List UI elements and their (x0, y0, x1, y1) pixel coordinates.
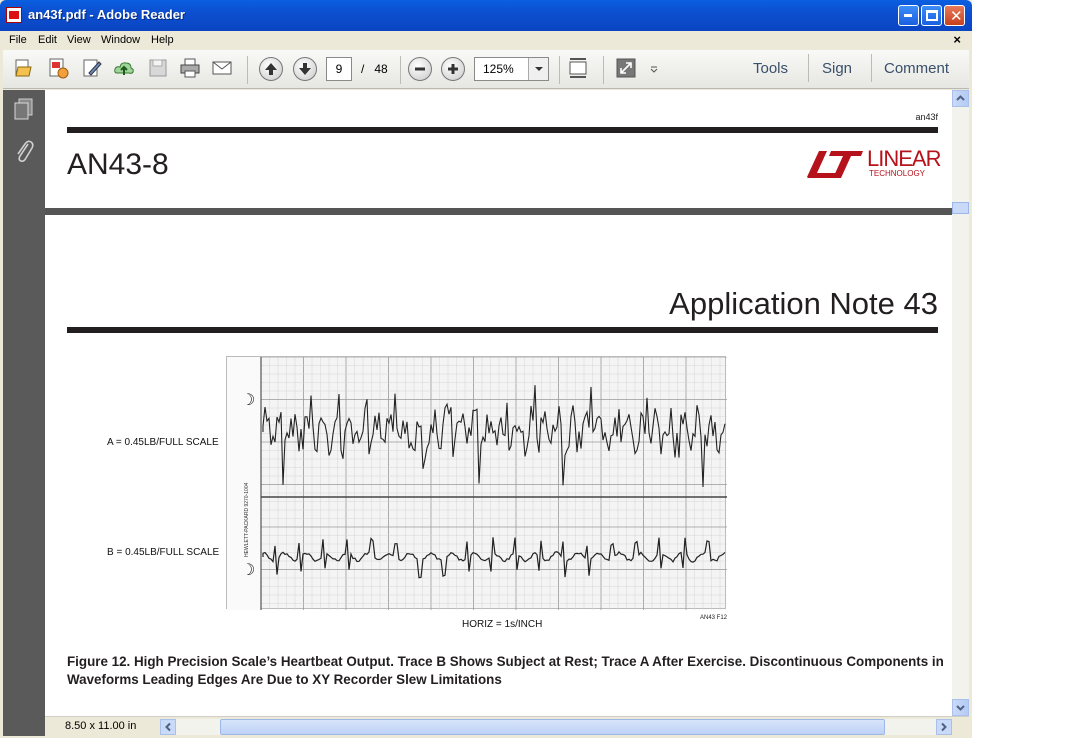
sign-link[interactable]: Sign (822, 60, 852, 77)
scroll-up-button[interactable] (952, 90, 969, 107)
paperclip-icon[interactable] (13, 138, 35, 164)
close-icon: ✕ (950, 7, 963, 25)
zoom-in-button[interactable] (441, 57, 465, 81)
trace-b-waveform (262, 537, 726, 579)
envelope-icon (212, 61, 232, 75)
heartbeat-figure: ☽ ☽ HEWLETT-PACKARD 9270-1004 (226, 356, 727, 610)
open-button[interactable] (13, 57, 37, 81)
chevron-down-icon (956, 705, 965, 711)
scroll-down-button[interactable] (952, 699, 969, 716)
scroll-right-button[interactable] (936, 719, 952, 735)
chevron-down-icon[interactable] (528, 58, 548, 80)
printer-icon (180, 58, 200, 78)
page-size: 8.50 x 11.00 in (65, 720, 137, 732)
binder-hole-icon: ☽ (241, 560, 255, 579)
application-window: an43f.pdf - Adobe Reader ✕ File Edit Vie… (0, 0, 972, 738)
page-count: 48 (374, 62, 388, 76)
floppy-save-icon (149, 59, 167, 77)
pdf-app-icon (6, 7, 22, 23)
page-separator: / (361, 62, 365, 76)
navigation-panel (3, 90, 45, 736)
chart-grid (260, 357, 727, 610)
minus-icon (415, 67, 425, 71)
vertical-scroll-thumb[interactable] (952, 202, 969, 214)
trace-a-waveform (262, 385, 726, 488)
menu-bar: File Edit View Window Help × (3, 31, 969, 50)
edit-button[interactable] (81, 57, 105, 81)
page-total: / 48 (361, 62, 388, 76)
next-page-button[interactable] (293, 57, 317, 81)
figure-caption: Figure 12. High Precision Scale’s Heartb… (67, 654, 944, 687)
title-rule (67, 327, 938, 333)
logo-subtext: TECHNOLOGY (869, 169, 926, 178)
doc-code: AN43-8 (67, 148, 169, 181)
lt-logo-mark-icon (807, 151, 863, 178)
vertical-scrollbar[interactable] (952, 90, 969, 716)
page-number-input[interactable]: 9 (326, 57, 352, 81)
document-view[interactable]: an43f AN43-8 LINEAR TECHNOLOGY Applicati… (45, 90, 952, 716)
horizontal-scrollbar[interactable] (160, 719, 952, 735)
chevron-up-icon (956, 95, 965, 101)
minimize-button[interactable] (898, 5, 919, 26)
menu-file[interactable]: File (9, 34, 27, 46)
horizontal-scroll-thumb[interactable] (220, 719, 885, 735)
title-bar[interactable]: an43f.pdf - Adobe Reader ✕ (0, 0, 972, 31)
fit-page-icon (569, 58, 587, 78)
maximize-button[interactable] (921, 5, 942, 26)
chevron-left-icon (165, 722, 171, 732)
horizontal-scale-label: HORIZ = 1s/INCH (462, 619, 543, 630)
chevron-right-icon (941, 722, 947, 732)
menu-edit[interactable]: Edit (38, 34, 57, 46)
edit-pencil-icon (83, 59, 102, 77)
print-button[interactable] (179, 57, 203, 81)
chevron-down-icon (650, 66, 658, 73)
close-button[interactable]: ✕ (944, 5, 965, 26)
arrow-up-icon (265, 63, 277, 75)
tools-link[interactable]: Tools (753, 60, 788, 77)
trace-a-label: A = 0.45LB/FULL SCALE (107, 437, 219, 448)
menu-view[interactable]: View (67, 34, 91, 46)
window-title: an43f.pdf - Adobe Reader (28, 7, 185, 22)
arrow-down-icon (299, 63, 311, 75)
comment-link[interactable]: Comment (884, 60, 949, 77)
toolbar-options-button[interactable] (649, 57, 661, 81)
plus-icon (448, 64, 458, 74)
expand-icon (616, 58, 636, 78)
page-title: Application Note 43 (669, 286, 938, 321)
create-pdf-button[interactable] (47, 57, 71, 81)
fit-page-button[interactable] (567, 57, 591, 81)
status-bar: 8.50 x 11.00 in (45, 716, 969, 736)
top-rule (67, 127, 938, 133)
full-screen-button[interactable] (615, 57, 639, 81)
toolbar: 9 / 48 125% Tools Sign Comment (3, 50, 969, 89)
section-divider (45, 208, 952, 215)
paper-brand-text: HEWLETT-PACKARD 9270-1004 (244, 482, 250, 557)
create-pdf-icon (49, 58, 69, 79)
close-document-button[interactable]: × (953, 32, 961, 47)
zoom-value: 125% (483, 62, 514, 76)
upload-button[interactable] (113, 57, 137, 81)
menu-help[interactable]: Help (151, 34, 174, 46)
zoom-select[interactable]: 125% (474, 57, 549, 81)
pages-icon[interactable] (12, 96, 36, 120)
previous-page-button[interactable] (259, 57, 283, 81)
menu-window[interactable]: Window (101, 34, 140, 46)
save-button[interactable] (147, 57, 171, 81)
header-filename: an43f (915, 112, 938, 122)
figure-id: AN43 F12 (700, 615, 728, 621)
email-button[interactable] (211, 57, 235, 81)
open-folder-icon (15, 59, 32, 77)
cloud-upload-icon (114, 62, 134, 75)
zoom-out-button[interactable] (408, 57, 432, 81)
linear-logo: LINEAR TECHNOLOGY (805, 146, 941, 180)
scroll-left-button[interactable] (160, 719, 176, 735)
trace-b-label: B = 0.45LB/FULL SCALE (107, 547, 220, 558)
binder-hole-icon: ☽ (241, 390, 255, 409)
